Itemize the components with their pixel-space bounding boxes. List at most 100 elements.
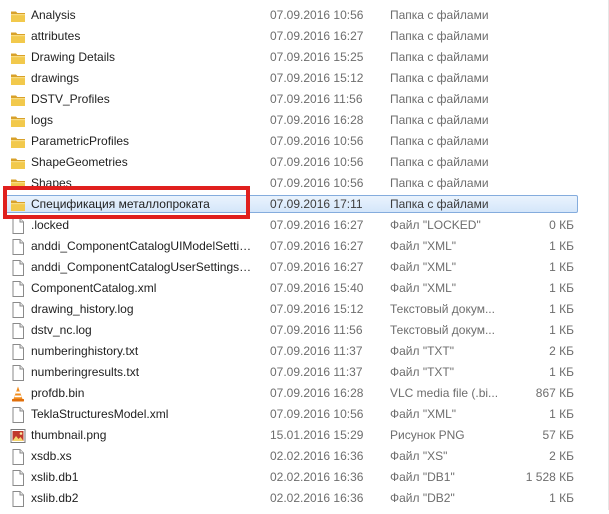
file-row[interactable]: TeklaStructuresModel.xml 07.09.2016 10:56… <box>0 404 609 425</box>
file-row[interactable]: Спецификация металлопроката 07.09.2016 17… <box>0 194 609 215</box>
file-name: drawing_history.log <box>31 302 134 316</box>
file-type: Папка с файлами <box>390 155 489 169</box>
file-row[interactable]: ShapeGeometries 07.09.2016 10:56 Папка с ф… <box>0 152 609 173</box>
file-row[interactable]: DSTV_Profiles 07.09.2016 11:56 Папка с фай… <box>0 89 609 110</box>
file-date-modified: 07.09.2016 16:27 <box>270 260 364 274</box>
file-name: numberinghistory.txt <box>31 344 139 358</box>
file-name: anddi_ComponentCatalogUIModelSettin... <box>31 239 253 253</box>
file-row[interactable]: attributes 07.09.2016 16:27 Папка с файлам… <box>0 26 609 47</box>
file-name: ComponentCatalog.xml <box>31 281 157 295</box>
file-icon <box>10 344 26 360</box>
file-type: Папка с файлами <box>390 197 489 211</box>
file-size: 1 КБ <box>549 281 574 295</box>
file-date-modified: 07.09.2016 11:37 <box>270 365 363 379</box>
file-type: Папка с файлами <box>390 176 489 190</box>
file-row[interactable]: drawing_history.log 07.09.2016 15:12 Текст… <box>0 299 609 320</box>
file-size: 0 КБ <box>549 218 574 232</box>
file-size: 1 КБ <box>549 260 574 274</box>
file-row[interactable]: .locked 07.09.2016 16:27 Файл "LOCKED" 0 КБ <box>0 215 609 236</box>
file-row[interactable]: logs 07.09.2016 16:28 Папка с файлами <box>0 110 609 131</box>
file-icon <box>10 218 26 234</box>
file-name: ParametricProfiles <box>31 134 130 148</box>
file-type: Папка с файлами <box>390 134 489 148</box>
folder-icon <box>10 197 26 213</box>
file-type: Файл "DB1" <box>390 470 455 484</box>
file-row[interactable]: numberingresults.txt 07.09.2016 11:37 Файл… <box>0 362 609 383</box>
folder-icon <box>10 134 26 150</box>
file-icon <box>10 365 26 381</box>
file-date-modified: 07.09.2016 15:40 <box>270 281 364 295</box>
file-type: Рисунок PNG <box>390 428 465 442</box>
file-name: profdb.bin <box>31 386 85 400</box>
file-row[interactable]: thumbnail.png 15.01.2016 15:29 Рисунок PNG… <box>0 425 609 446</box>
folder-icon <box>10 92 26 108</box>
file-type: Папка с файлами <box>390 29 489 43</box>
file-date-modified: 02.02.2016 16:36 <box>270 449 364 463</box>
file-size: 2 КБ <box>549 449 574 463</box>
file-list: Analysis 07.09.2016 10:56 Папка с файлами a… <box>0 5 609 509</box>
file-date-modified: 07.09.2016 16:27 <box>270 218 364 232</box>
file-type: Файл "TXT" <box>390 365 455 379</box>
file-size: 57 КБ <box>542 428 574 442</box>
file-row[interactable]: ParametricProfiles 07.09.2016 10:56 Папка … <box>0 131 609 152</box>
file-type: Файл "DB2" <box>390 491 455 505</box>
file-name: .locked <box>31 218 70 232</box>
file-icon <box>10 407 26 423</box>
file-row[interactable]: anddi_ComponentCatalogUIModelSettin... 07… <box>0 236 609 257</box>
folder-icon <box>10 176 26 192</box>
file-type: Файл "XML" <box>390 281 457 295</box>
file-name: Drawing Details <box>31 50 116 64</box>
file-row[interactable]: drawings 07.09.2016 15:12 Папка с файлами <box>0 68 609 89</box>
file-date-modified: 07.09.2016 16:27 <box>270 239 364 253</box>
file-row[interactable]: Analysis 07.09.2016 10:56 Папка с файлами <box>0 5 609 26</box>
file-row[interactable]: xsdb.xs 02.02.2016 16:36 Файл "XS" 2 КБ <box>0 446 609 467</box>
file-type: Файл "XML" <box>390 260 457 274</box>
file-name: numberingresults.txt <box>31 365 140 379</box>
folder-icon <box>10 155 26 171</box>
file-name: Shapes <box>31 176 72 190</box>
file-date-modified: 07.09.2016 17:11 <box>270 197 363 211</box>
file-type: Файл "LOCKED" <box>390 218 481 232</box>
file-row[interactable]: numberinghistory.txt 07.09.2016 11:37 Файл… <box>0 341 609 362</box>
folder-icon <box>10 71 26 87</box>
file-icon <box>10 470 26 486</box>
file-date-modified: 07.09.2016 10:56 <box>270 155 364 169</box>
file-size: 1 КБ <box>549 491 574 505</box>
file-row[interactable]: profdb.bin 07.09.2016 16:28 VLC media file… <box>0 383 609 404</box>
vlc-cone-icon <box>10 386 26 402</box>
file-type: Файл "XS" <box>390 449 448 463</box>
file-name: Спецификация металлопроката <box>31 197 210 211</box>
file-icon <box>10 491 26 507</box>
file-type: Папка с файлами <box>390 92 489 106</box>
file-name: xslib.db2 <box>31 491 79 505</box>
file-type: VLC media file (.bi... <box>390 386 499 400</box>
file-type: Папка с файлами <box>390 50 489 64</box>
file-row[interactable]: Shapes 07.09.2016 10:56 Папка с файлами <box>0 173 609 194</box>
file-name: xslib.db1 <box>31 470 79 484</box>
file-date-modified: 07.09.2016 10:56 <box>270 134 364 148</box>
file-type: Текстовый докум... <box>390 302 495 316</box>
file-type: Папка с файлами <box>390 113 489 127</box>
file-row[interactable]: Drawing Details 07.09.2016 15:25 Папка с ф… <box>0 47 609 68</box>
file-date-modified: 07.09.2016 10:56 <box>270 176 364 190</box>
file-icon <box>10 281 26 297</box>
file-name: TeklaStructuresModel.xml <box>31 407 169 421</box>
file-size: 1 КБ <box>549 302 574 316</box>
file-icon <box>10 239 26 255</box>
image-icon <box>10 428 26 444</box>
file-row[interactable]: xslib.db1 02.02.2016 16:36 Файл "DB1" 1 528… <box>0 467 609 488</box>
file-date-modified: 07.09.2016 15:12 <box>270 71 364 85</box>
file-row[interactable]: ComponentCatalog.xml 07.09.2016 15:40 Файл… <box>0 278 609 299</box>
file-row[interactable]: dstv_nc.log 07.09.2016 11:56 Текстовый док… <box>0 320 609 341</box>
folder-icon <box>10 113 26 129</box>
file-row[interactable]: xslib.db2 02.02.2016 16:36 Файл "DB2" 1 КБ <box>0 488 609 509</box>
file-row[interactable]: anddi_ComponentCatalogUserSettings.x... 0… <box>0 257 609 278</box>
file-date-modified: 07.09.2016 11:37 <box>270 344 363 358</box>
file-type: Файл "XML" <box>390 239 457 253</box>
file-date-modified: 07.09.2016 11:56 <box>270 92 363 106</box>
file-type: Файл "XML" <box>390 407 457 421</box>
file-name: dstv_nc.log <box>31 323 92 337</box>
file-icon <box>10 260 26 276</box>
file-date-modified: 15.01.2016 15:29 <box>270 428 364 442</box>
file-name: logs <box>31 113 54 127</box>
